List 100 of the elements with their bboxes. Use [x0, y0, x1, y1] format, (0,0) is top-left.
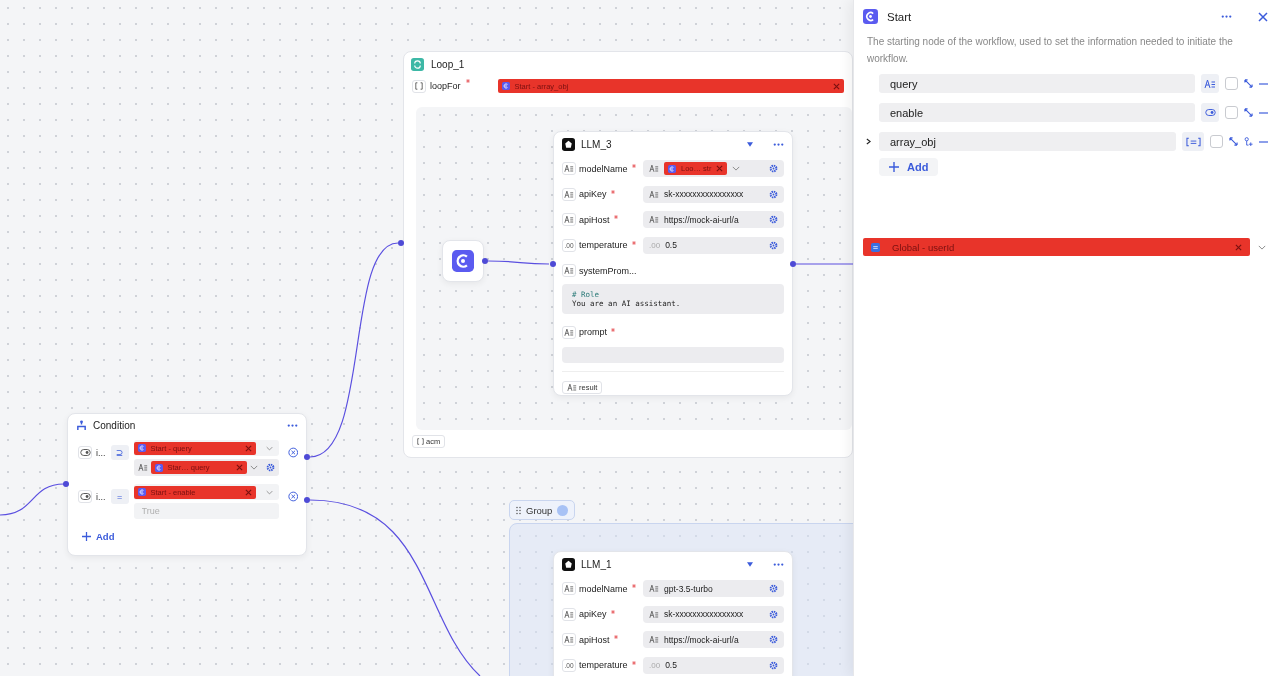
remove-icon[interactable]	[1259, 140, 1268, 143]
chevron-icon[interactable]	[865, 138, 871, 145]
clear-icon[interactable]	[833, 82, 840, 90]
remove-icon[interactable]	[1259, 111, 1268, 114]
condition-label: i...	[96, 447, 106, 458]
port-dot[interactable]	[304, 454, 310, 460]
array-type-icon	[417, 438, 424, 445]
start-node[interactable]	[442, 240, 484, 282]
port-dot[interactable]	[550, 261, 556, 267]
required-mark	[611, 327, 615, 332]
llm-icon	[562, 557, 575, 571]
toggle-type-icon	[1204, 109, 1216, 116]
collapse-icon[interactable]	[747, 141, 753, 147]
operator-selector[interactable]: ⊇	[110, 445, 129, 460]
settings-icon[interactable]	[769, 584, 778, 594]
start-node-icon	[668, 164, 676, 173]
caret-icon[interactable]	[249, 465, 258, 470]
string-type-icon	[564, 164, 574, 174]
clear-icon[interactable]	[235, 464, 243, 471]
field-label: modelName	[579, 163, 628, 174]
group-title: Group	[526, 504, 553, 516]
field-label: prompt	[579, 327, 607, 338]
caret-icon[interactable]	[732, 166, 741, 172]
string-type-icon	[564, 327, 574, 337]
required-checkbox[interactable]	[1225, 77, 1238, 90]
param-name-field[interactable]: query	[879, 74, 1195, 93]
collapse-icon[interactable]	[747, 561, 753, 567]
expand-icon[interactable]	[1229, 137, 1238, 146]
required-mark	[631, 660, 636, 665]
param-name-field[interactable]: enable	[879, 103, 1195, 122]
settings-icon[interactable]	[265, 463, 275, 472]
required-mark	[610, 609, 615, 614]
settings-icon[interactable]	[769, 660, 778, 670]
port-dot[interactable]	[398, 240, 404, 246]
drag-handle-icon[interactable]	[516, 505, 521, 515]
required-mark	[465, 79, 470, 83]
port-dot[interactable]	[63, 481, 69, 487]
settings-icon[interactable]	[769, 240, 778, 250]
port-dot[interactable]	[482, 258, 488, 264]
remove-icon[interactable]	[1259, 82, 1268, 85]
branch-icon	[76, 419, 87, 431]
type-selector[interactable]	[1182, 132, 1204, 151]
value-field[interactable]: https://mock-ai-url/a	[643, 211, 784, 229]
node-title: LLM_3	[581, 138, 613, 150]
expand-icon[interactable]	[1244, 108, 1253, 117]
type-selector[interactable]	[1201, 74, 1219, 93]
more-icon[interactable]	[1221, 15, 1232, 18]
connector-line	[487, 260, 550, 265]
param-name-field[interactable]: array_obj	[879, 132, 1176, 151]
remove-icon[interactable]	[287, 491, 298, 502]
group-color-dot[interactable]	[557, 504, 569, 516]
settings-icon[interactable]	[769, 189, 778, 199]
start-node-icon	[501, 82, 510, 90]
settings-icon[interactable]	[769, 609, 778, 619]
operator-selector[interactable]: =	[110, 489, 129, 504]
add-child-icon[interactable]	[1244, 137, 1253, 146]
expand-icon[interactable]	[1244, 79, 1253, 88]
required-mark	[610, 189, 615, 194]
field-value: 0.5	[665, 660, 678, 671]
value-input[interactable]: True	[133, 503, 279, 519]
clear-icon[interactable]	[244, 444, 252, 452]
more-icon[interactable]	[287, 423, 298, 427]
more-icon[interactable]	[773, 142, 784, 146]
settings-icon[interactable]	[769, 635, 778, 645]
string-type-icon	[649, 189, 659, 199]
string-type-icon	[649, 584, 659, 594]
value-field[interactable]: sk-xxxxxxxxxxxxxxxx	[643, 185, 784, 203]
type-selector[interactable]	[1201, 103, 1219, 122]
value-field[interactable]: https://mock-ai-url/a	[643, 631, 784, 649]
settings-icon[interactable]	[769, 215, 778, 225]
string-type-icon	[567, 383, 577, 392]
group-header[interactable]: Group	[509, 500, 576, 520]
clear-icon[interactable]	[244, 488, 252, 496]
required-mark	[613, 635, 618, 640]
add-condition-button[interactable]: Add	[76, 527, 121, 546]
close-icon[interactable]	[1258, 11, 1268, 22]
required-checkbox[interactable]	[1210, 135, 1223, 148]
required-mark	[631, 240, 636, 245]
variable-name: Global - userId	[892, 241, 956, 253]
remove-icon[interactable]	[287, 447, 298, 458]
caret-icon[interactable]	[1258, 244, 1266, 250]
port-dot[interactable]	[790, 261, 796, 267]
toggle-type-icon	[79, 449, 91, 456]
field-label: apiKey	[579, 609, 607, 620]
field-label: apiHost	[579, 214, 610, 225]
clear-icon[interactable]	[1235, 243, 1242, 251]
node-title: Loop_1	[431, 59, 465, 70]
value-field[interactable]: sk-xxxxxxxxxxxxxxxx	[643, 605, 784, 623]
add-param-button[interactable]: Add	[879, 158, 939, 176]
settings-icon[interactable]	[769, 164, 778, 174]
clear-icon[interactable]	[716, 165, 724, 173]
string-type-icon	[649, 215, 659, 225]
more-icon[interactable]	[773, 562, 784, 566]
field-label: loopFor	[430, 81, 461, 91]
value-field[interactable]: gpt-3.5-turbo	[643, 580, 784, 598]
string-type-icon	[649, 609, 659, 619]
connector-line	[0, 483, 65, 516]
required-checkbox[interactable]	[1225, 106, 1238, 119]
array-type-icon	[415, 82, 423, 90]
port-dot[interactable]	[304, 497, 310, 503]
